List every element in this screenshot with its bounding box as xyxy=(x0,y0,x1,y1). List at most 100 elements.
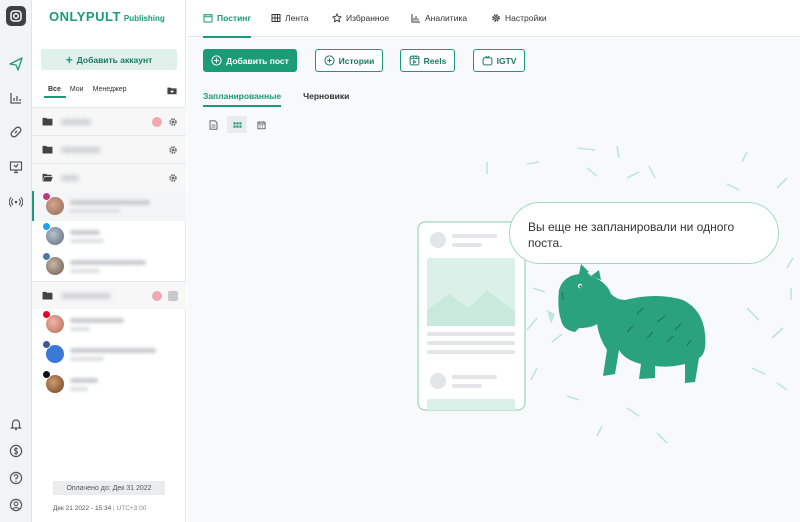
account-item[interactable] xyxy=(32,339,186,369)
calendar-view-button[interactable] xyxy=(251,116,271,133)
monitor-icon[interactable] xyxy=(0,154,32,180)
current-datetime: Дек 21 2022 - 15:34 | UTC+3:00 xyxy=(53,505,147,512)
medium-icon xyxy=(42,370,51,379)
camera-icon[interactable] xyxy=(0,3,32,29)
brand-suffix: Publishing xyxy=(123,14,165,23)
timezone-link[interactable]: UTC+3:00 xyxy=(117,505,147,512)
notification-badge xyxy=(152,117,162,127)
broadcast-icon[interactable] xyxy=(0,189,32,215)
posting-main: Добавить пост Истории Reels IGTV Заплани… xyxy=(187,38,800,522)
blurred-account-name xyxy=(70,377,98,383)
empty-state-message: Вы еще не запланировали ни одного поста. xyxy=(509,202,779,264)
add-account-label: Добавить аккаунт xyxy=(76,54,153,65)
avatar xyxy=(42,310,64,333)
folder-open-icon xyxy=(42,173,53,182)
blurred-account-name xyxy=(70,199,150,205)
folder-icon xyxy=(42,117,53,126)
calendar-icon xyxy=(203,14,213,23)
filter-tab-all[interactable]: Все xyxy=(44,86,66,98)
posting-subtabs: Запланированные Черновики xyxy=(203,91,349,107)
user-icon[interactable] xyxy=(0,492,32,518)
link-icon[interactable] xyxy=(0,119,32,145)
account-list xyxy=(32,107,186,399)
tab-feed[interactable]: Лента xyxy=(271,0,309,37)
blurred-group-name xyxy=(61,292,111,299)
gear-icon[interactable] xyxy=(168,173,178,183)
facebook-icon xyxy=(42,340,51,349)
bell-icon[interactable] xyxy=(0,411,32,437)
blurred-account-name xyxy=(70,317,124,323)
icon-rail xyxy=(0,0,32,522)
brand-logo[interactable]: ONLYPULT Publishing xyxy=(49,9,165,24)
reels-button[interactable]: Reels xyxy=(400,49,455,72)
blurred-group-name xyxy=(61,174,79,181)
avatar xyxy=(42,340,64,363)
pinterest-icon xyxy=(42,310,51,319)
filter-tab-manager[interactable]: Менеджер xyxy=(89,86,132,98)
dollar-icon[interactable] xyxy=(0,438,32,464)
instagram-icon xyxy=(42,192,51,201)
account-item[interactable] xyxy=(32,221,186,251)
blurred-account-name xyxy=(70,259,146,265)
blurred-group-name xyxy=(61,118,91,125)
grid-view-button[interactable] xyxy=(227,116,247,133)
account-filter-tabs: Все Мои Менеджер xyxy=(44,86,132,98)
datetime-value: Дек 21 2022 - 15:34 xyxy=(53,505,112,512)
plus-circle-icon xyxy=(324,55,335,66)
stories-button[interactable]: Истории xyxy=(315,49,383,72)
avatar xyxy=(42,222,64,245)
tab-settings[interactable]: Настройки xyxy=(491,0,547,37)
account-group[interactable] xyxy=(32,107,186,135)
igtv-button[interactable]: IGTV xyxy=(473,49,525,72)
folder-icon xyxy=(42,291,53,300)
confetti-decoration xyxy=(486,145,794,444)
blurred-account-name xyxy=(70,229,100,235)
add-post-button[interactable]: Добавить пост xyxy=(203,49,297,72)
account-group[interactable] xyxy=(32,281,186,309)
grid-icon xyxy=(271,14,281,22)
capybara-mascot xyxy=(558,264,706,383)
plus-icon: + xyxy=(65,52,73,67)
accounts-sidebar: ONLYPULT Publishing + Добавить аккаунт Вс… xyxy=(32,0,186,522)
account-group-open[interactable] xyxy=(32,163,186,191)
empty-state-illustration xyxy=(417,145,794,444)
gear-icon[interactable] xyxy=(168,145,178,155)
account-item[interactable] xyxy=(32,309,186,339)
avatar xyxy=(42,192,64,215)
send-icon[interactable] xyxy=(0,51,32,77)
account-group[interactable] xyxy=(32,135,186,163)
list-view-button[interactable] xyxy=(203,116,223,133)
tab-favorites[interactable]: Избранное xyxy=(332,0,389,37)
count-badge xyxy=(168,291,178,301)
grid-dots-icon xyxy=(232,121,242,128)
account-item[interactable] xyxy=(32,369,186,399)
add-account-button[interactable]: + Добавить аккаунт xyxy=(41,49,177,70)
tab-scheduled[interactable]: Запланированные xyxy=(203,91,282,107)
blurred-account-name xyxy=(70,347,156,353)
account-item[interactable] xyxy=(32,191,186,221)
help-icon[interactable] xyxy=(0,465,32,491)
twitter-icon xyxy=(42,222,51,231)
paid-until-badge: Оплачено до: Дек 31 2022 xyxy=(53,481,165,495)
brand-name: ONLYPULT xyxy=(49,9,121,24)
tab-analytics[interactable]: Аналитика xyxy=(411,0,467,37)
folder-icon xyxy=(42,145,53,154)
reels-icon xyxy=(409,55,420,66)
account-item[interactable] xyxy=(32,251,186,281)
top-navigation: Постинг Лента Избранное Аналитика Настро… xyxy=(187,0,800,38)
blurred-group-name xyxy=(61,146,101,153)
document-icon xyxy=(209,119,217,130)
add-folder-icon[interactable] xyxy=(167,86,177,95)
tab-posting[interactable]: Постинг xyxy=(203,0,251,38)
star-icon xyxy=(332,13,342,23)
vk-icon xyxy=(42,252,51,261)
avatar xyxy=(42,252,64,275)
analytics-icon[interactable] xyxy=(0,85,32,111)
gear-icon xyxy=(492,14,500,22)
tab-drafts[interactable]: Черновики xyxy=(303,91,349,107)
gear-icon[interactable] xyxy=(168,117,178,127)
filter-tab-mine[interactable]: Мои xyxy=(66,86,89,98)
notification-badge xyxy=(152,291,162,301)
post-card-mockup xyxy=(417,221,526,411)
chart-icon xyxy=(411,14,420,23)
